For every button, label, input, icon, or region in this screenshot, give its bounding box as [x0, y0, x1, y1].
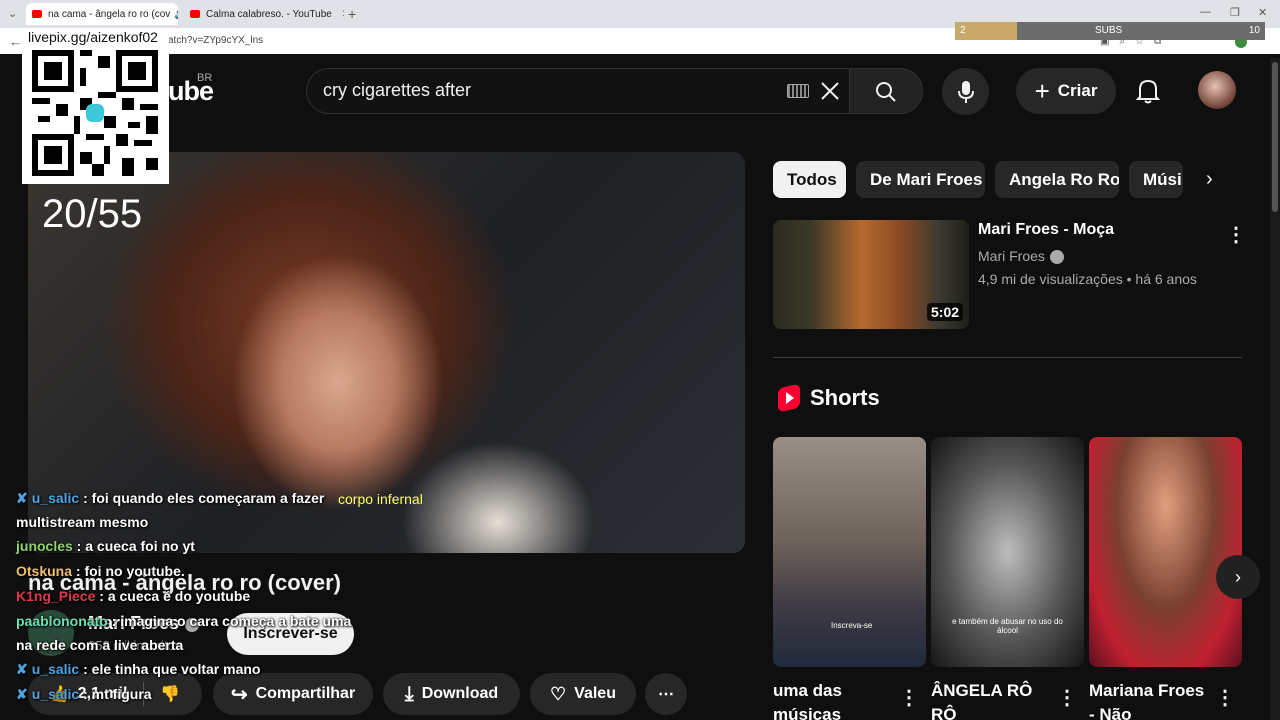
chip-musica[interactable]: Músi: [1129, 161, 1183, 198]
search-icon: [876, 82, 896, 102]
chat-message: Otskuna : foi no youtube.: [16, 563, 185, 579]
minimize-icon[interactable]: —: [1200, 6, 1211, 18]
subs-label: SUBS: [1095, 25, 1123, 36]
short-title[interactable]: uma das músicas: [773, 679, 898, 720]
shorts-heading: Shorts: [810, 385, 880, 410]
chat-message: K1ng_Piece : a cueca é do youtube: [16, 588, 251, 604]
chat-text: a cueca é do youtube: [107, 588, 251, 604]
livepix-url: livepix.gg/aizenkof02: [28, 29, 158, 45]
song-counter: 20/55: [42, 192, 143, 236]
close-icon[interactable]: [820, 81, 840, 101]
create-button[interactable]: + Criar: [1016, 68, 1116, 114]
new-tab-button[interactable]: +: [348, 6, 356, 22]
chat-text: mt figura: [91, 686, 152, 702]
thanks-button[interactable]: ♡ Valeu: [530, 673, 636, 715]
chip-mari-froes[interactable]: De Mari Froes: [856, 161, 985, 198]
chat-message: ✘ u_salic : ele tinha que voltar mano: [16, 661, 261, 677]
close-icon[interactable]: ✕: [342, 9, 344, 20]
short-thumbnail[interactable]: Inscreva-se: [773, 437, 926, 667]
thanks-label: Valeu: [574, 685, 616, 702]
chevron-right-icon: ›: [1235, 566, 1241, 587]
subs-goal-bar: 2 SUBS 10: [955, 22, 1265, 40]
create-label: Criar: [1057, 81, 1098, 100]
qr-code-icon: [32, 50, 158, 176]
more-vert-icon[interactable]: ⋮: [1226, 222, 1246, 247]
download-label: Download: [421, 685, 499, 702]
chat-user: Otskuna: [16, 563, 73, 579]
shorts-next-button[interactable]: ›: [1216, 555, 1260, 599]
chevron-right-icon[interactable]: ›: [1206, 168, 1213, 191]
chip-angela-ro-ro[interactable]: Angela Ro Ro: [995, 161, 1119, 198]
restore-icon[interactable]: ❐: [1230, 6, 1240, 19]
audio-icon[interactable]: 🔊: [174, 9, 178, 20]
chat-message: ✘ u_salic : foi quando eles começaram a f…: [16, 490, 325, 530]
search-input[interactable]: cry cigarettes after: [323, 80, 471, 101]
keyboard-icon[interactable]: [787, 84, 809, 98]
video-duration: 5:02: [927, 303, 964, 321]
youtube-favicon-icon: [190, 10, 200, 18]
tab-title: na cama - ângela ro ro (cov: [48, 8, 171, 20]
region-code: BR: [197, 72, 213, 84]
more-vert-icon[interactable]: ⋮: [1215, 685, 1235, 710]
shorts-play-icon: [786, 392, 794, 404]
section-divider: [773, 357, 1242, 358]
chat-text: foi no youtube.: [84, 563, 185, 579]
more-vert-icon[interactable]: ⋮: [899, 685, 919, 710]
window-close-icon[interactable]: ✕: [1258, 6, 1267, 19]
mod-badge-icon: ✘: [16, 661, 28, 677]
chat-user: junocles: [16, 538, 73, 554]
scrollbar-thumb[interactable]: [1272, 62, 1278, 212]
tab-inactive[interactable]: Calma calabreso. - YouTube ✕: [184, 3, 344, 25]
subs-goal: 10: [1248, 25, 1260, 36]
chat-text: a cueca foi no yt: [85, 538, 195, 554]
short-caption: Inscreva-se: [831, 621, 873, 630]
chat-text: ele tinha que voltar mano: [91, 661, 261, 677]
chat-user: u_salic: [31, 686, 80, 702]
bell-icon[interactable]: [1136, 78, 1160, 104]
chat-user: K1ng_Piece: [16, 588, 96, 604]
tab-search-icon[interactable]: ⌄: [8, 7, 17, 20]
more-vert-icon[interactable]: ⋮: [1057, 685, 1077, 710]
url-input[interactable]: atch?v=ZYp9cYX_lns: [150, 31, 950, 51]
chat-message: paablononato : imagina o cara começa a b…: [16, 613, 352, 653]
short-thumbnail[interactable]: [1089, 437, 1242, 667]
thanks-icon: ♡: [550, 683, 567, 704]
more-actions-button[interactable]: ⋯: [645, 673, 687, 715]
chat-overlay: ✘ u_salic : foi quando eles começaram a f…: [16, 486, 356, 707]
recommended-meta: 4,9 mi de visualizações • há 6 anos: [978, 271, 1197, 287]
tab-title: Calma calabreso. - YouTube: [206, 8, 332, 20]
download-icon: ⤓: [404, 682, 414, 705]
short-title[interactable]: Mariana Froes - Não: [1089, 679, 1214, 720]
chat-message: ✘ u_salic : mt figura: [16, 686, 152, 702]
chat-user: paablononato: [16, 613, 108, 629]
chat-user: u_salic: [31, 661, 80, 677]
short-caption: e também de abusar no uso do álcool: [952, 617, 1063, 635]
plus-icon: +: [1034, 75, 1050, 106]
mic-icon: [958, 81, 974, 103]
mod-badge-icon: ✘: [16, 490, 28, 506]
mod-badge-icon: ✘: [16, 686, 28, 702]
back-icon[interactable]: ←: [9, 34, 22, 49]
recommended-channel[interactable]: Mari Froes: [978, 248, 1045, 264]
short-title[interactable]: ÂNGELA RÔ RÔ: [931, 679, 1056, 720]
chat-message: junocles : a cueca foi no yt: [16, 538, 195, 554]
verified-icon: [1050, 250, 1064, 264]
chip-todos[interactable]: Todos: [773, 161, 846, 198]
short-thumbnail[interactable]: e também de abusar no uso do álcool: [931, 437, 1084, 667]
voice-search-button[interactable]: [942, 68, 989, 115]
recommended-title[interactable]: Mari Froes - Moça: [978, 221, 1114, 239]
download-button[interactable]: ⤓ Download: [383, 673, 520, 715]
tab-active[interactable]: na cama - ângela ro ro (cov 🔊 ✕: [26, 3, 178, 25]
more-icon: ⋯: [658, 686, 674, 703]
youtube-favicon-icon: [32, 10, 42, 18]
chat-user: u_salic: [31, 490, 80, 506]
avatar[interactable]: [1198, 71, 1236, 109]
search-button[interactable]: [849, 68, 923, 114]
subs-current: 2: [960, 25, 966, 36]
